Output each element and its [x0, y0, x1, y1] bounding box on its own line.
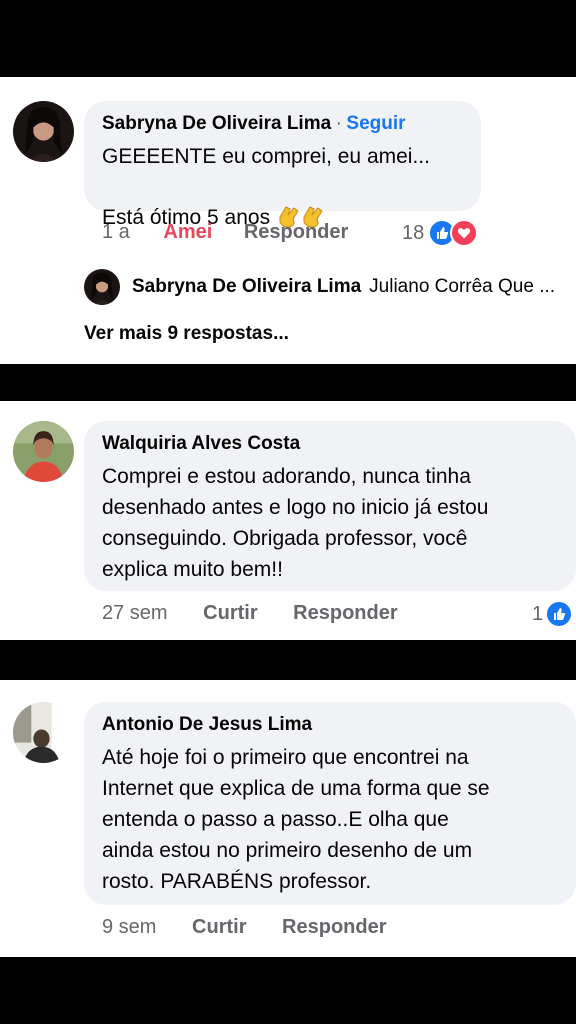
- avatar-photo-icon: [13, 702, 74, 763]
- view-more-replies-link[interactable]: Ver mais 9 respostas...: [84, 323, 289, 345]
- avatar-photo-icon: [13, 421, 74, 482]
- like-reaction-icon: [545, 600, 574, 628]
- avatar[interactable]: [84, 269, 120, 305]
- avatar-photo-icon: [13, 101, 74, 162]
- comment-header: Antonio De Jesus Lima: [102, 712, 558, 738]
- avatar[interactable]: [13, 702, 74, 763]
- follow-button[interactable]: Seguir: [346, 113, 405, 134]
- author-name[interactable]: Sabryna De Oliveira Lima: [102, 113, 331, 134]
- comment-actions: 27 sem Curtir Responder: [102, 602, 398, 625]
- comment-time[interactable]: 1 a: [102, 221, 130, 244]
- reply-button[interactable]: Responder: [282, 916, 386, 939]
- reaction-summary[interactable]: 1: [532, 600, 574, 628]
- like-button[interactable]: Curtir: [203, 602, 257, 625]
- avatar[interactable]: [13, 101, 74, 162]
- comment-card-3: Antonio De Jesus Lima Até hoje foi o pri…: [0, 680, 576, 957]
- comment-header: Sabryna De Oliveira Lima · Seguir: [102, 111, 463, 137]
- reply-text: Juliano Corrêa Que ...: [369, 276, 556, 297]
- reply-author-name[interactable]: Sabryna De Oliveira Lima: [132, 276, 361, 298]
- reply-button[interactable]: Responder: [244, 221, 348, 244]
- separator-dot: ·: [335, 113, 342, 134]
- avatar-photo-icon: [84, 269, 120, 305]
- comment-text: Comprei e estou adorando, nunca tinha de…: [102, 465, 489, 581]
- reaction-count: 1: [532, 602, 544, 625]
- comment-text-body: GEEEENTE eu comprei, eu amei... Está óti…: [102, 145, 430, 229]
- reaction-count: 18: [402, 221, 425, 244]
- comment-bubble: Antonio De Jesus Lima Até hoje foi o pri…: [84, 702, 576, 905]
- comment-bubble: Sabryna De Oliveira Lima · Seguir GEEEEN…: [84, 101, 481, 229]
- comment-bubble: Walquiria Alves Costa Comprei e estou ad…: [84, 421, 576, 591]
- reaction-summary[interactable]: 18: [402, 219, 479, 247]
- comment-card-2: Walquiria Alves Costa Comprei e estou ad…: [0, 401, 576, 640]
- comment-card-1: Sabryna De Oliveira Lima · Seguir GEEEEN…: [0, 77, 576, 364]
- love-reaction-icon: [450, 219, 479, 247]
- comment-actions: 1 a Amei Responder: [102, 221, 348, 244]
- comment-text: Até hoje foi o primeiro que encontrei na…: [102, 746, 490, 893]
- like-button[interactable]: Curtir: [192, 916, 246, 939]
- comment-time[interactable]: 27 sem: [102, 602, 168, 625]
- reaction-button[interactable]: Amei: [163, 221, 212, 244]
- author-name[interactable]: Walquiria Alves Costa: [102, 433, 300, 454]
- reply-preview[interactable]: Sabryna De Oliveira Lima Juliano Corrêa …: [84, 269, 555, 305]
- author-name[interactable]: Antonio De Jesus Lima: [102, 714, 312, 735]
- comment-actions: 9 sem Curtir Responder: [102, 916, 387, 939]
- comment-header: Walquiria Alves Costa: [102, 431, 558, 457]
- reply-button[interactable]: Responder: [293, 602, 397, 625]
- avatar[interactable]: [13, 421, 74, 482]
- comment-time[interactable]: 9 sem: [102, 916, 156, 939]
